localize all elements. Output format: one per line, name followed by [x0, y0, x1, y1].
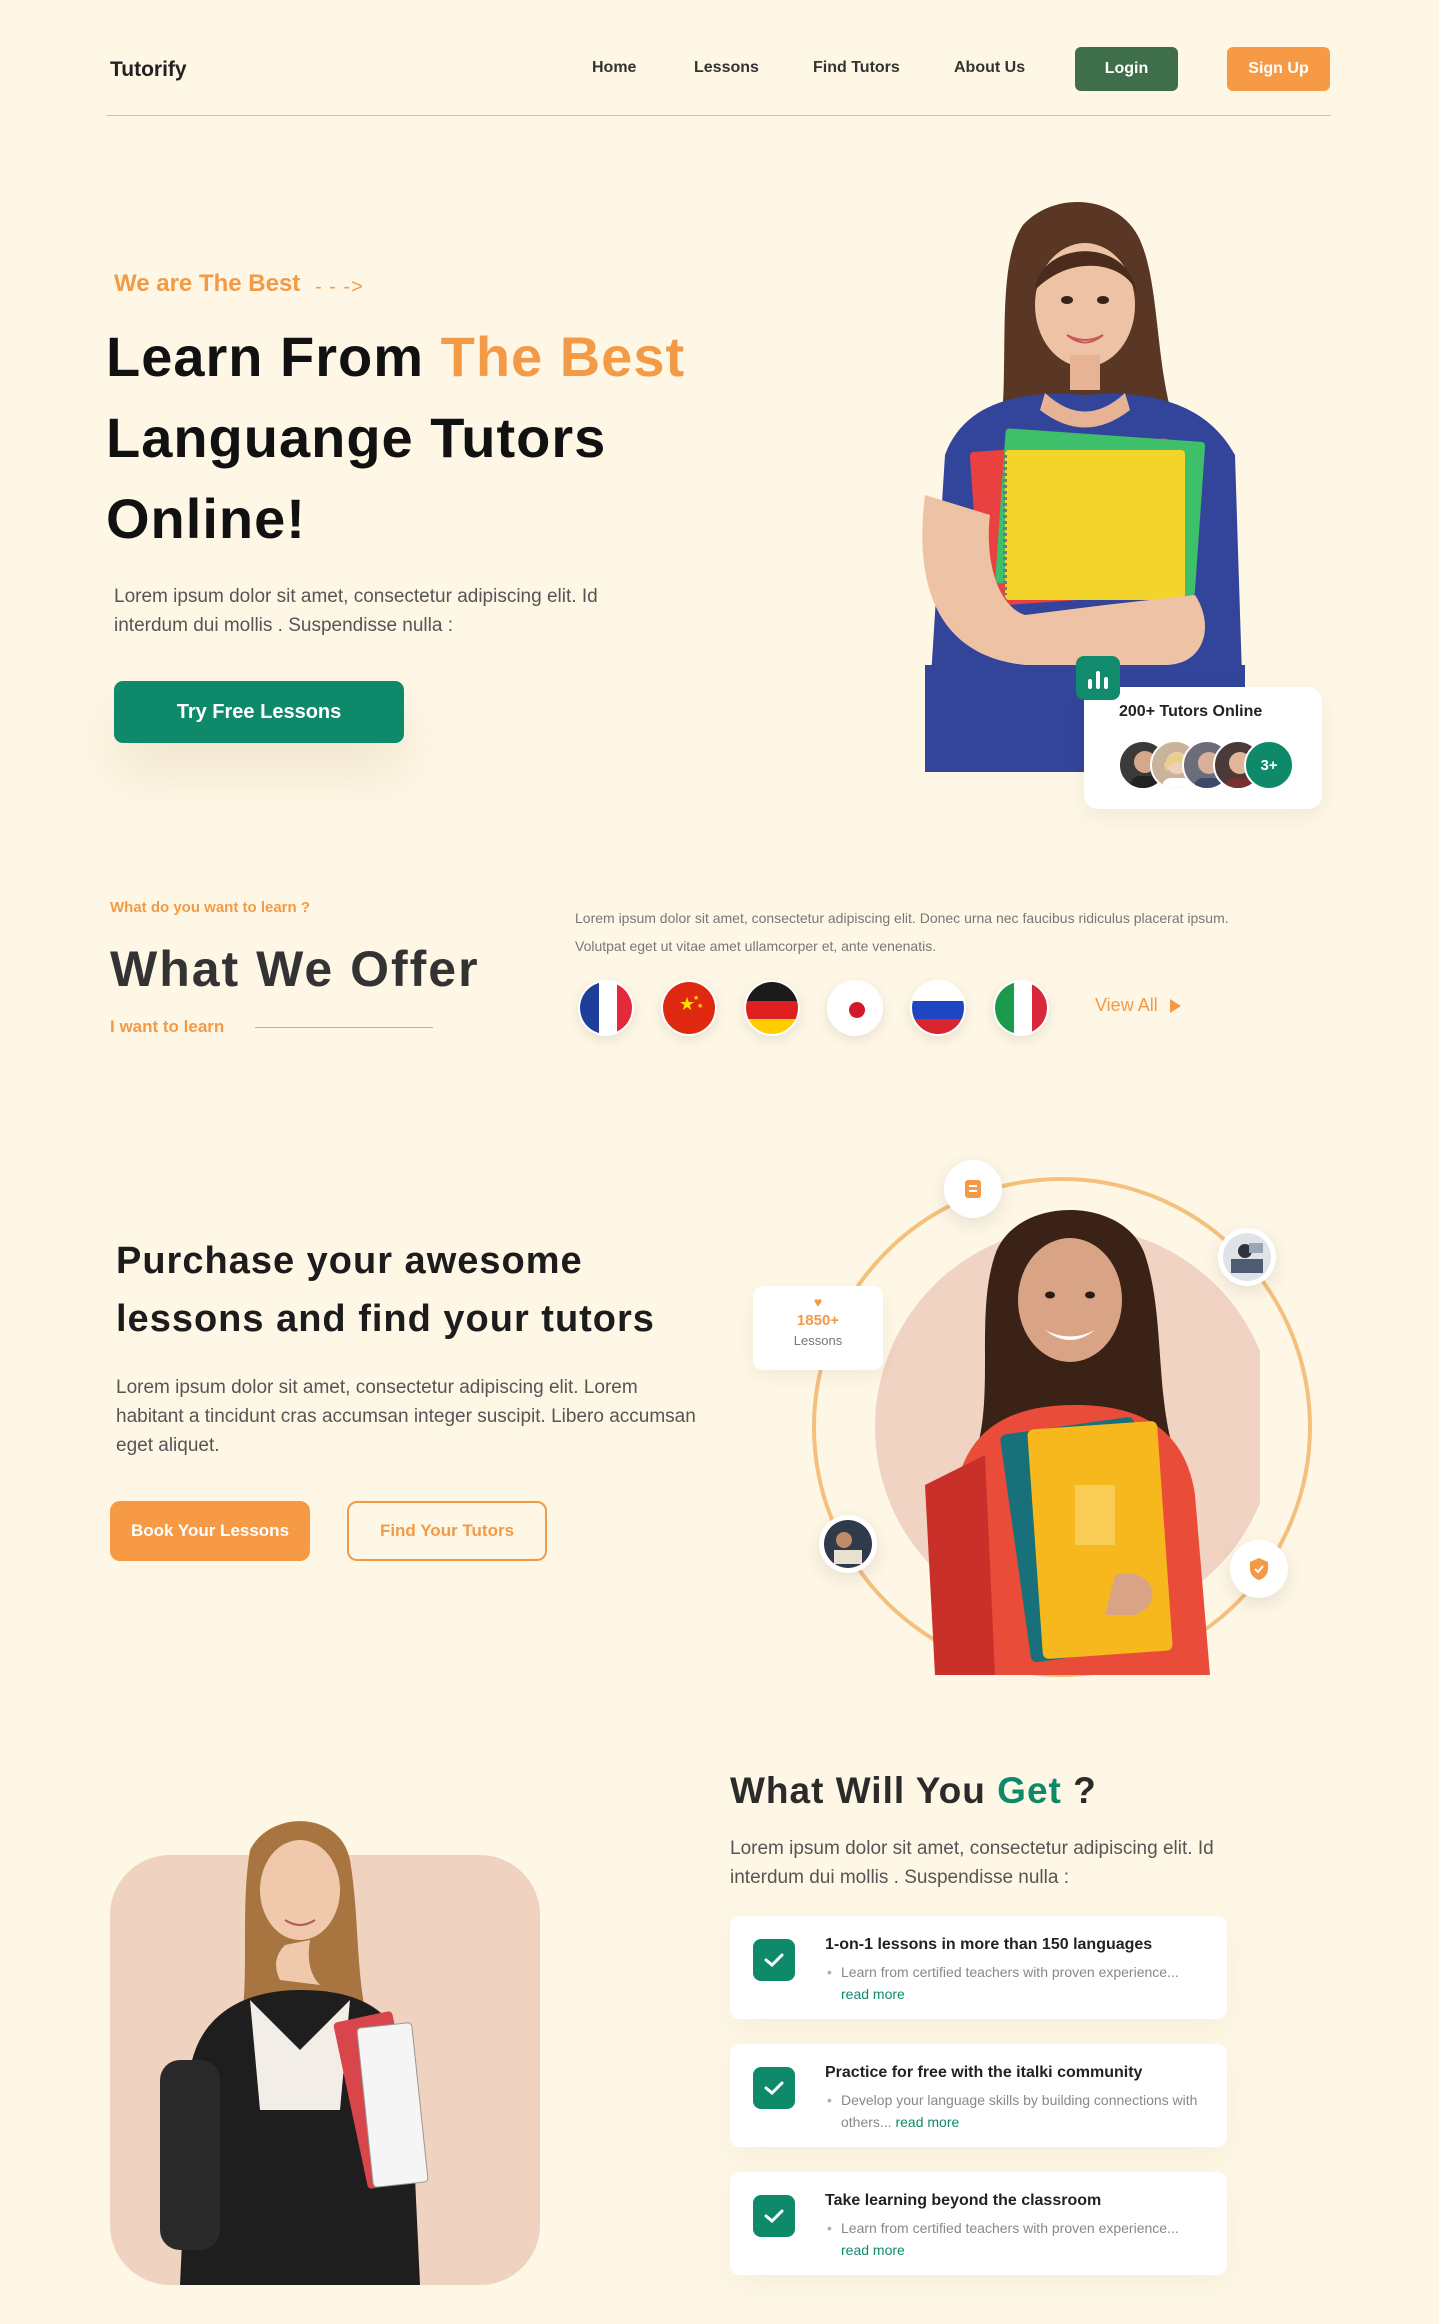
- feature-text: Learn from certified teachers with prove…: [825, 1961, 1205, 2005]
- bar-chart-icon: [1076, 656, 1120, 700]
- nav-home[interactable]: Home: [592, 59, 636, 77]
- offer-eyebrow: What do you want to learn ?: [110, 899, 310, 916]
- more-tutors-badge[interactable]: 3+: [1244, 740, 1294, 790]
- shield-badge: [1230, 1540, 1288, 1598]
- offer-title: What We Offer: [110, 941, 480, 997]
- feature-text: Learn from certified teachers with prove…: [825, 2217, 1205, 2261]
- feature-card: 1-on-1 lessons in more than 150 language…: [730, 1916, 1227, 2019]
- purchase-title: Purchase your awesome lessons and find y…: [116, 1240, 655, 1340]
- japan-flag-icon[interactable]: [827, 980, 883, 1036]
- document-badge: [944, 1160, 1002, 1218]
- get-title-part1: What Will You: [730, 1770, 998, 1811]
- book-lessons-button[interactable]: Book Your Lessons: [110, 1501, 310, 1561]
- read-more-link[interactable]: read more: [895, 2114, 959, 2130]
- get-title-part2: ?: [1061, 1770, 1097, 1811]
- offer-description: Lorem ipsum dolor sit amet, consectetur …: [575, 910, 1229, 954]
- nav-lessons[interactable]: Lessons: [694, 59, 759, 77]
- svg-text:★: ★: [693, 994, 699, 1002]
- student-thinking-photo: [160, 1821, 429, 2285]
- heart-icon: ♥: [813, 1294, 823, 1310]
- login-button[interactable]: Login: [1075, 47, 1178, 91]
- document-icon: [965, 1180, 981, 1198]
- hero-title-part1: Learn From: [106, 325, 441, 388]
- student-thumbnail: [819, 1515, 877, 1573]
- nav-divider: [106, 115, 1331, 116]
- feature-title: Take learning beyond the classroom: [825, 2192, 1102, 2209]
- view-all-label: View All: [1095, 995, 1158, 1015]
- get-title-accent: Get: [997, 1770, 1062, 1811]
- offer-divider: [255, 1027, 433, 1028]
- feature-text-body: Learn from certified teachers with prove…: [841, 1964, 1179, 1980]
- brand-logo[interactable]: Tutorify: [110, 58, 187, 82]
- feature-text-body: Learn from certified teachers with prove…: [841, 2220, 1179, 2236]
- svg-text:★: ★: [697, 1002, 703, 1010]
- nav-find-tutors[interactable]: Find Tutors: [813, 59, 900, 77]
- hero-description: Lorem ipsum dolor sit amet, consectetur …: [114, 586, 598, 636]
- lessons-count-card: ♥ 1850+ Lessons: [753, 1286, 883, 1370]
- lessons-count: 1850+: [796, 1312, 840, 1329]
- play-icon: [1169, 998, 1181, 1013]
- germany-flag-icon[interactable]: [744, 980, 800, 1036]
- hero-title: Learn From The Best Languange Tutors Onli…: [106, 316, 746, 559]
- shield-icon: [1250, 1558, 1268, 1580]
- purchase-description: Lorem ipsum dolor sit amet, consectetur …: [116, 1377, 696, 1456]
- dashed-arrow-icon: - - ->: [315, 276, 364, 298]
- try-free-lessons-button[interactable]: Try Free Lessons: [114, 681, 404, 743]
- russia-flag-icon[interactable]: [910, 980, 966, 1036]
- tutors-online-label: 200+ Tutors Online: [1119, 703, 1263, 720]
- feature-title: Practice for free with the italki commun…: [825, 2064, 1143, 2081]
- tutor-thumbnail: [1218, 1228, 1276, 1286]
- hero-eyebrow: We are The Best: [114, 270, 301, 297]
- check-icon: [753, 2195, 795, 2237]
- hero-title-part2: Languange Tutors Online!: [106, 406, 607, 550]
- italy-flag-icon[interactable]: [993, 980, 1049, 1036]
- feature-card: Practice for free with the italki commun…: [730, 2044, 1227, 2147]
- feature-title: 1-on-1 lessons in more than 150 language…: [825, 1936, 1153, 1953]
- check-icon: [753, 1939, 795, 1981]
- lessons-label: Lessons: [793, 1333, 843, 1348]
- offer-subtitle: I want to learn: [110, 1017, 225, 1036]
- check-icon: [753, 2067, 795, 2109]
- china-flag-icon[interactable]: ★ ★ ★: [661, 980, 717, 1036]
- read-more-link[interactable]: read more: [841, 1986, 905, 2002]
- find-tutors-button[interactable]: Find Your Tutors: [347, 1501, 547, 1561]
- student-photo: [875, 1210, 1260, 1675]
- signup-button[interactable]: Sign Up: [1227, 47, 1330, 91]
- france-flag-icon[interactable]: [578, 980, 634, 1036]
- hero-tutor-photo: [922, 202, 1245, 772]
- read-more-link[interactable]: read more: [841, 2242, 905, 2258]
- hero-title-accent: The Best: [440, 325, 686, 388]
- get-description: Lorem ipsum dolor sit amet, consectetur …: [730, 1838, 1214, 1888]
- view-all-link[interactable]: View All: [1095, 995, 1181, 1016]
- nav-about-us[interactable]: About Us: [954, 59, 1025, 77]
- get-title: What Will You Get ?: [730, 1770, 1097, 1812]
- feature-card: Take learning beyond the classroom Learn…: [730, 2172, 1227, 2275]
- feature-text: Develop your language skills by building…: [825, 2089, 1205, 2133]
